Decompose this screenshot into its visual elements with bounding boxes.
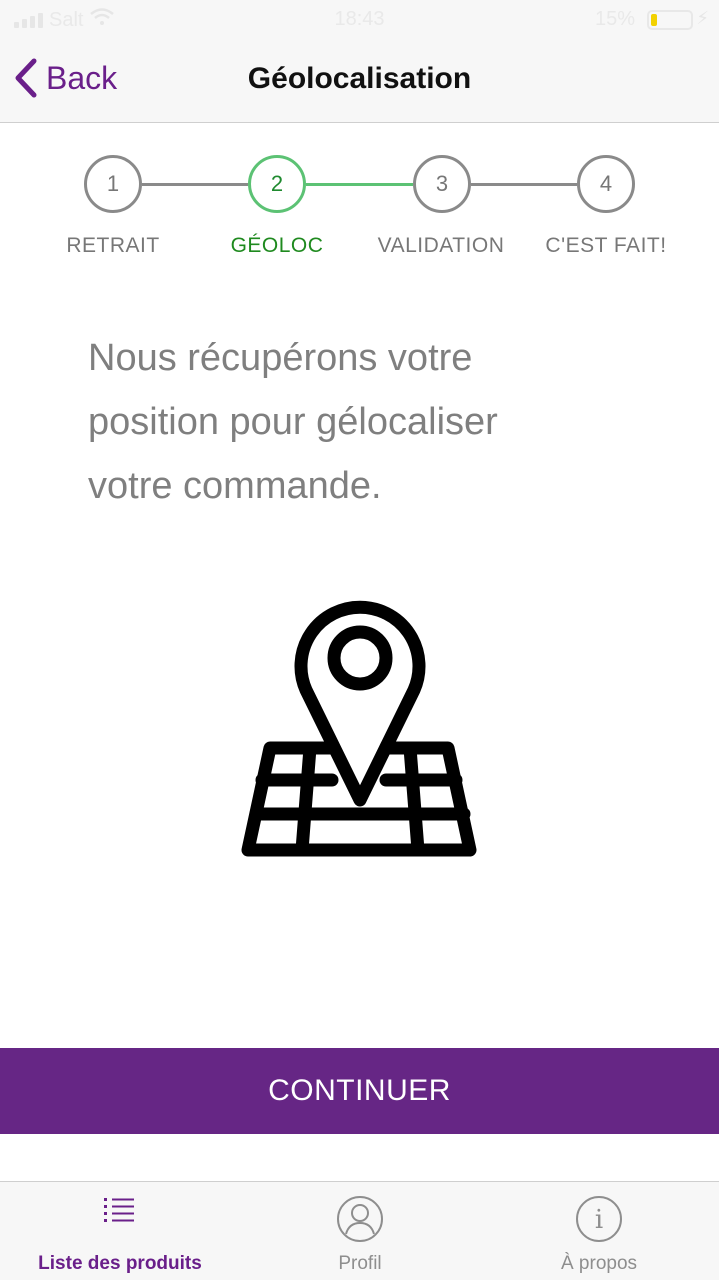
- continue-button[interactable]: CONTINUER: [0, 1048, 719, 1134]
- step-circle-1: 1: [84, 155, 142, 213]
- step-circle-2: 2: [248, 155, 306, 213]
- tab-product-list[interactable]: Liste des produits: [0, 1182, 240, 1280]
- charging-bolt-icon: ⚡: [696, 8, 709, 28]
- tab-bar: Liste des produits Profil i À propos: [0, 1181, 719, 1280]
- screen: Salt 18:43 15% ⚡ Back Géolocalisation 1 …: [0, 0, 719, 1280]
- step-label-1: RETRAIT: [66, 234, 160, 257]
- message-line-1: Nous récupérons votre: [88, 337, 473, 379]
- profile-icon: [335, 1194, 385, 1249]
- step-connector-3: [471, 183, 577, 186]
- map-location-pin-icon: [240, 588, 480, 860]
- step-label-3: VALIDATION: [377, 234, 505, 257]
- tab-profile[interactable]: Profil: [240, 1182, 480, 1280]
- message-line-2: position pour gélocaliser: [88, 401, 498, 443]
- step-label-2: GÉOLOC: [230, 234, 324, 257]
- battery-icon: [647, 10, 693, 30]
- tab-label-product-list: Liste des produits: [38, 1253, 202, 1274]
- step-label-4: C'EST FAIT!: [545, 234, 667, 257]
- list-icon: [102, 1194, 138, 1231]
- step-circle-3: 3: [413, 155, 471, 213]
- status-bar: Salt 18:43 15% ⚡: [0, 0, 719, 40]
- geolocation-message: Nous récupérons votre position pour gélo…: [88, 326, 608, 518]
- tab-about[interactable]: i À propos: [479, 1182, 719, 1280]
- step-circle-4: 4: [577, 155, 635, 213]
- navigation-bar: Back Géolocalisation: [0, 40, 719, 123]
- step-connector-1: [142, 183, 248, 186]
- tab-label-about: À propos: [560, 1253, 638, 1274]
- tab-label-profile: Profil: [338, 1253, 382, 1274]
- battery-percent: 15%: [594, 8, 635, 30]
- step-connector-2: [306, 183, 413, 186]
- message-line-3: votre commande.: [88, 465, 382, 507]
- page-title: Géolocalisation: [247, 62, 472, 95]
- svg-text:i: i: [595, 1205, 603, 1235]
- info-icon: i: [574, 1194, 624, 1249]
